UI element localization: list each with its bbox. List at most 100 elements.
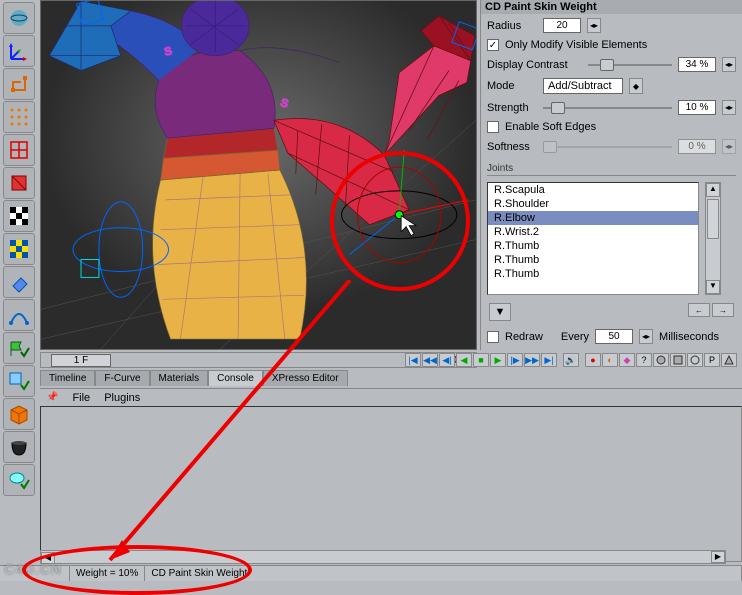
lower-tabs: Timeline F-Curve Materials Console XPres…	[40, 370, 348, 386]
joints-list[interactable]: R.Scapula R.Shoulder R.Elbow R.Wrist.2 R…	[487, 182, 699, 295]
console-menu-file[interactable]: File	[72, 392, 90, 404]
key-param-button[interactable]: P	[704, 353, 720, 367]
scroll-thumb[interactable]	[707, 199, 719, 239]
tool-check-cyan[interactable]	[3, 464, 35, 496]
key-p-button[interactable]	[653, 353, 669, 367]
tab-timeline[interactable]: Timeline	[40, 370, 95, 386]
key-s-button[interactable]	[670, 353, 686, 367]
tool-curve-blue[interactable]	[3, 299, 35, 331]
prev-frame-button[interactable]: ◀|	[439, 353, 455, 367]
console-menu-plugins[interactable]: Plugins	[104, 392, 140, 404]
every-input[interactable]	[595, 329, 633, 344]
joint-item-2[interactable]: R.Elbow	[488, 211, 698, 225]
hscroll-right-icon[interactable]: ▶	[711, 551, 725, 563]
key-pla-button[interactable]	[721, 353, 737, 367]
viewport-3d[interactable]: S S	[40, 0, 477, 350]
joints-group-label: Joints	[487, 163, 736, 176]
console-output[interactable]	[40, 406, 742, 562]
tab-fcurve[interactable]: F-Curve	[95, 370, 149, 386]
softness-slider	[543, 140, 672, 154]
radius-label: Radius	[487, 20, 537, 32]
display-contrast-slider[interactable]	[588, 58, 672, 72]
radius-stepper[interactable]: ◂▸	[587, 18, 601, 33]
tool-sphere[interactable]	[3, 2, 35, 34]
next-joint-button[interactable]: →	[712, 303, 734, 317]
panel-title: CD Paint Skin Weight	[481, 0, 742, 14]
tool-grid-orange[interactable]	[3, 101, 35, 133]
goto-end-button[interactable]: ▶|	[541, 353, 557, 367]
strength-slider[interactable]	[543, 101, 672, 115]
play-button[interactable]: ▶	[490, 353, 506, 367]
joint-item-0[interactable]: R.Scapula	[488, 183, 698, 197]
tool-checker-y[interactable]	[3, 233, 35, 265]
status-bar: Weight = 10% CD Paint Skin Weight	[0, 565, 742, 581]
joint-item-4[interactable]: R.Thumb	[488, 239, 698, 253]
mode-dropdown[interactable]: Add/Subtract	[543, 78, 623, 94]
tab-console[interactable]: Console	[208, 370, 263, 386]
strength-stepper[interactable]: ◂▸	[722, 100, 736, 115]
redraw-label: Redraw	[505, 331, 543, 343]
tool-cup[interactable]	[3, 431, 35, 463]
radius-input[interactable]	[543, 18, 581, 33]
tool-axis[interactable]	[3, 35, 35, 67]
key-r-button[interactable]	[687, 353, 703, 367]
softness-stepper: ◂▸	[722, 139, 736, 154]
tool-uv-red[interactable]	[3, 134, 35, 166]
mode-label: Mode	[487, 80, 537, 92]
tool-orange-box[interactable]	[3, 398, 35, 430]
scroll-down-icon[interactable]: ▼	[706, 280, 720, 294]
tool-check-blue[interactable]	[3, 365, 35, 397]
tab-materials[interactable]: Materials	[150, 370, 209, 386]
display-contrast-label: Display Contrast	[487, 59, 582, 71]
prev-key-button[interactable]: ◀◀	[422, 353, 438, 367]
viewport-canvas: S S	[41, 1, 476, 349]
only-modify-checkbox[interactable]	[487, 39, 499, 51]
strength-input[interactable]	[678, 100, 716, 115]
frame-current[interactable]: 1 F	[51, 354, 111, 367]
joint-item-1[interactable]: R.Shoulder	[488, 197, 698, 211]
next-frame-button[interactable]: |▶	[507, 353, 523, 367]
status-tool: CD Paint Skin Weight	[145, 566, 742, 581]
goto-start-button[interactable]: |◀	[405, 353, 421, 367]
stop-button[interactable]: ■	[473, 353, 489, 367]
display-contrast-stepper[interactable]: ◂▸	[722, 57, 736, 72]
mode-dropdown-arrow[interactable]: ◆	[629, 78, 643, 94]
tool-checker[interactable]	[3, 200, 35, 232]
tool-eraser[interactable]	[3, 266, 35, 298]
help-icon[interactable]: ?	[636, 353, 652, 367]
only-modify-label: Only Modify Visible Elements	[505, 39, 647, 51]
sound-icon[interactable]: 🔊	[563, 353, 579, 367]
soft-edges-checkbox[interactable]	[487, 121, 499, 133]
joints-scrollbar[interactable]: ▲ ▼	[705, 182, 721, 295]
status-weight: Weight = 10%	[70, 566, 145, 581]
softness-label: Softness	[487, 141, 537, 153]
tab-xpresso[interactable]: XPresso Editor	[263, 370, 348, 386]
console-menubar: 📌 File Plugins	[40, 388, 742, 406]
joint-item-6[interactable]: R.Thumb	[488, 267, 698, 281]
console-pin-icon[interactable]: 📌	[46, 392, 58, 403]
every-label: Every	[561, 331, 589, 343]
next-key-button[interactable]: ▶▶	[524, 353, 540, 367]
play-back-button[interactable]: ◀	[456, 353, 472, 367]
scroll-up-icon[interactable]: ▲	[706, 183, 720, 197]
tool-poly-red[interactable]	[3, 167, 35, 199]
joint-item-5[interactable]: R.Thumb	[488, 253, 698, 267]
record-button[interactable]: ●	[585, 353, 601, 367]
tool-check-green[interactable]	[3, 332, 35, 364]
key-selection-button[interactable]: ◆	[619, 353, 635, 367]
attributes-panel: CD Paint Skin Weight Radius ◂▸ Only Modi…	[480, 0, 742, 350]
console-hscroll[interactable]: ◀ ▶	[40, 550, 726, 564]
every-stepper[interactable]: ◂▸	[639, 329, 653, 344]
display-contrast-input[interactable]	[678, 57, 716, 72]
autokey-button[interactable]: ◐	[602, 353, 618, 367]
joints-dropdown-button[interactable]: ▼	[489, 303, 511, 321]
strength-label: Strength	[487, 102, 537, 114]
playback-controls: |◀ ◀◀ ◀| ◀ ■ ▶ |▶ ▶▶ ▶| 🔊 ● ◐ ◆ ? P	[405, 352, 741, 368]
hscroll-left-icon[interactable]: ◀	[41, 552, 55, 564]
redraw-checkbox[interactable]	[487, 331, 499, 343]
soft-edges-label: Enable Soft Edges	[505, 121, 596, 133]
joint-item-3[interactable]: R.Wrist.2	[488, 225, 698, 239]
prev-joint-button[interactable]: ←	[688, 303, 710, 317]
tool-scale[interactable]	[3, 68, 35, 100]
left-toolbar	[0, 0, 38, 581]
